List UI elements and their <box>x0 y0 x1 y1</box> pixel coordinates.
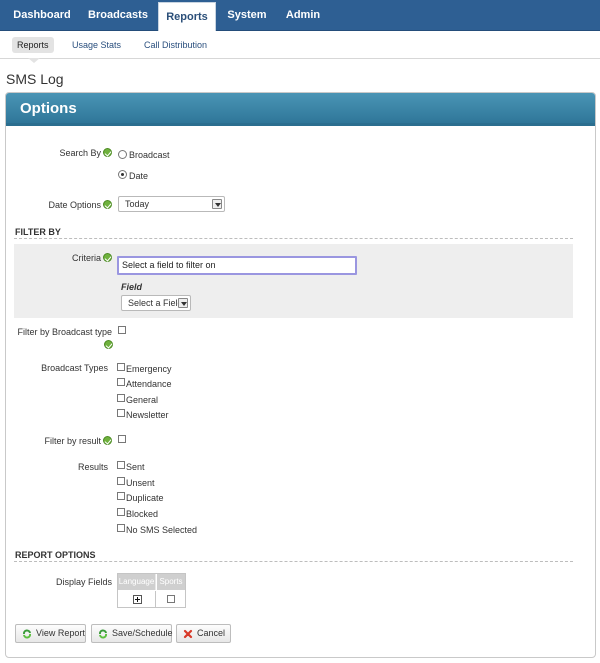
criteria-input[interactable]: Select a field to filter on <box>117 256 357 275</box>
filter-result-checkbox[interactable] <box>118 435 126 443</box>
checkbox-unsent-label: Unsent <box>126 478 155 488</box>
date-options-value: Today <box>125 199 150 209</box>
help-icon[interactable] <box>103 436 112 445</box>
checkbox-general[interactable] <box>117 394 125 402</box>
top-nav: Dashboard Broadcasts Reports System Admi… <box>0 0 600 32</box>
checkbox-emergency[interactable] <box>117 363 125 371</box>
help-icon[interactable] <box>103 148 112 157</box>
view-report-label: View Report <box>36 628 85 638</box>
help-icon[interactable] <box>103 253 112 262</box>
save-schedule-button[interactable]: Save/Schedule <box>91 624 173 643</box>
table-cell <box>118 591 156 608</box>
tab-admin[interactable]: Admin <box>280 0 326 31</box>
field-select[interactable]: Select a Field <box>121 295 191 311</box>
view-report-button[interactable]: View Report <box>15 624 86 643</box>
plus-icon[interactable] <box>133 595 142 604</box>
refresh-icon <box>99 629 107 639</box>
help-icon[interactable] <box>103 200 112 209</box>
column-language[interactable]: Language <box>118 574 156 590</box>
radio-date[interactable] <box>118 170 127 179</box>
refresh-icon <box>23 629 31 639</box>
checkbox-newsletter[interactable] <box>117 409 125 417</box>
checkbox-attendance[interactable] <box>117 378 125 386</box>
panel-header: Options <box>6 93 595 126</box>
subnav-usage-stats[interactable]: Usage Stats <box>72 37 121 53</box>
search-by-label: Search By <box>20 148 112 158</box>
section-divider <box>14 561 573 562</box>
help-icon[interactable] <box>104 340 113 349</box>
subnav-reports[interactable]: Reports <box>12 37 54 53</box>
active-indicator <box>28 58 40 63</box>
field-select-value: Select a Field <box>128 298 183 308</box>
report-options-heading: REPORT OPTIONS <box>15 550 96 560</box>
checkbox-duplicate[interactable] <box>117 492 125 500</box>
checkbox-sent-label: Sent <box>126 462 145 472</box>
checkbox-no-sms-label: No SMS Selected <box>126 525 198 535</box>
tab-reports[interactable]: Reports <box>158 2 216 32</box>
criteria-label: Criteria <box>20 253 112 263</box>
filter-broadcast-type-checkbox[interactable] <box>118 326 126 334</box>
results-label: Results <box>77 462 108 472</box>
date-options-text: Date Options <box>48 200 101 210</box>
search-by-text: Search By <box>59 148 101 158</box>
chevron-down-icon <box>212 199 222 209</box>
date-options-select[interactable]: Today <box>118 196 225 212</box>
save-schedule-label: Save/Schedule <box>112 628 173 638</box>
checkbox-blocked-label: Blocked <box>126 509 159 519</box>
radio-broadcast-label: Broadcast <box>129 150 170 160</box>
page-title: SMS Log <box>6 71 64 87</box>
chevron-down-icon <box>178 298 188 308</box>
tab-system[interactable]: System <box>222 0 272 31</box>
close-icon <box>183 629 193 639</box>
tab-broadcasts[interactable]: Broadcasts <box>82 0 154 31</box>
sub-nav: Reports Usage Stats Call Distribution <box>0 31 600 63</box>
checkbox-emergency-label: Emergency <box>126 364 172 374</box>
checkbox-duplicate-label: Duplicate <box>126 493 164 503</box>
panel-title: Options <box>20 100 77 117</box>
display-fields-table: Language Sports <box>117 573 186 608</box>
display-fields-label: Display Fields <box>55 577 112 587</box>
checkbox-unsent[interactable] <box>117 477 125 485</box>
checkbox-no-sms[interactable] <box>117 524 125 532</box>
checkbox-blocked[interactable] <box>117 508 125 516</box>
cancel-button[interactable]: Cancel <box>176 624 231 643</box>
filter-broadcast-type-text: Filter by Broadcast type <box>17 327 112 337</box>
tab-dashboard[interactable]: Dashboard <box>6 0 78 31</box>
checkbox-sports[interactable] <box>167 595 175 603</box>
filter-result-label: Filter by result <box>20 436 112 446</box>
checkbox-attendance-label: Attendance <box>126 379 172 389</box>
radio-broadcast[interactable] <box>118 150 127 159</box>
filter-result-text: Filter by result <box>44 436 101 446</box>
date-options-label: Date Options <box>20 200 112 210</box>
filter-broadcast-type-label: Filter by Broadcast type <box>15 327 112 337</box>
checkbox-newsletter-label: Newsletter <box>126 410 169 420</box>
checkbox-sent[interactable] <box>117 461 125 469</box>
checkbox-general-label: General <box>126 395 159 405</box>
criteria-text: Criteria <box>71 253 101 263</box>
cancel-label: Cancel <box>197 628 226 638</box>
subnav-call-distribution[interactable]: Call Distribution <box>144 37 207 53</box>
table-cell <box>157 591 185 608</box>
field-label: Field <box>121 282 143 292</box>
section-divider <box>14 238 573 239</box>
column-sports[interactable]: Sports <box>157 574 185 590</box>
broadcast-types-label: Broadcast Types <box>41 363 108 373</box>
filter-by-heading: FILTER BY <box>15 227 61 237</box>
options-panel: Options <box>5 92 596 658</box>
radio-date-label: Date <box>129 171 149 181</box>
